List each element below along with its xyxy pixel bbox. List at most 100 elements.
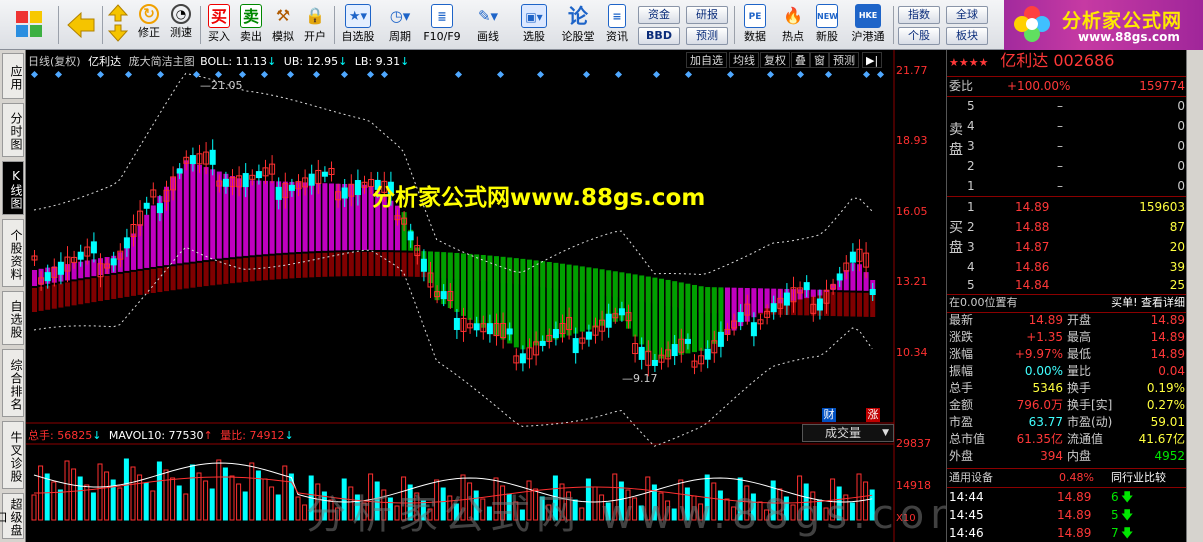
- candle-body: [816, 298, 823, 311]
- stock-button[interactable]: 个股: [898, 27, 940, 45]
- simulate-button[interactable]: ⚒ 模拟: [268, 3, 298, 47]
- trend-fill-bar: [32, 270, 37, 286]
- buy-button[interactable]: 买买入: [204, 3, 234, 47]
- candle-body: [704, 348, 711, 360]
- compare-button[interactable]: 同行业比较: [1111, 469, 1166, 487]
- sell-button[interactable]: 卖卖出: [236, 3, 266, 47]
- hk-connect-button[interactable]: HKE 沪港通: [846, 3, 890, 47]
- index-button[interactable]: 指数: [898, 6, 940, 24]
- view-detail-link[interactable]: 买单! 查看详细: [1111, 294, 1185, 312]
- watchlist-button[interactable]: ★▾ 自选股: [338, 3, 378, 47]
- price-tick-3: 16.05: [896, 205, 928, 218]
- tab-ranking[interactable]: 综合排名: [2, 349, 24, 417]
- ma-ribbon-bar: [276, 255, 282, 280]
- add-watchlist-button[interactable]: 加自选: [686, 52, 727, 68]
- fix-button[interactable]: ↻ 修正: [134, 3, 164, 47]
- down-arrow-icon: 🡇: [1121, 526, 1134, 540]
- ma-ribbon-bar: [837, 292, 843, 317]
- tab-profile[interactable]: 个股资料: [2, 219, 24, 287]
- stat-row: 涨幅 +9.97% 最低 14.89: [949, 347, 1185, 361]
- app-window: ↻ 修正 ◔ 测速 买买入 卖卖出 ⚒ 模拟 🔒 开户 ★▾ 自选股 ◷▾ 周期 ≣ F10/…: [0, 0, 1203, 542]
- mavol-value: MAVOL10: 77530: [108, 429, 204, 442]
- refresh-icon: ↻: [139, 4, 159, 24]
- tab-diagnosis[interactable]: 牛叉诊股: [2, 421, 24, 489]
- f10-button[interactable]: ≣ F10/F9: [420, 3, 464, 47]
- stat-row: 外盘 394 内盘 4952: [949, 449, 1185, 463]
- formula-label[interactable]: 庞大简洁主图: [129, 55, 195, 68]
- candle-body: [750, 322, 757, 337]
- price-tick-2: 18.93: [896, 134, 928, 147]
- candle-body: [849, 251, 856, 263]
- candle-body: [354, 180, 361, 196]
- trend-fill-bar: [210, 169, 216, 260]
- ma-ribbon-bar: [111, 274, 117, 299]
- buy-5-row[interactable]: 5 14.84 25: [947, 276, 1187, 294]
- tab-apps[interactable]: 应用: [2, 53, 24, 99]
- ma-ribbon-bar: [857, 292, 862, 317]
- stat-row: 振幅 0.00% 量比 0.04: [949, 364, 1185, 378]
- news-button[interactable]: ≡ 资讯: [602, 3, 632, 47]
- kline-chart-svg[interactable]: [26, 50, 946, 542]
- open-account-button[interactable]: 🔒 开户: [300, 3, 330, 47]
- period-label[interactable]: 日线(复权): [28, 55, 81, 68]
- tab-watchlist[interactable]: 自选股: [2, 291, 24, 345]
- side-tab-bar: 应用 分时图 K线图 个股资料 自选股 综合排名 牛叉诊股 超级盘口: [0, 50, 26, 542]
- finance-badge[interactable]: 财: [822, 408, 836, 422]
- buy-3-row[interactable]: 3 14.87 20: [947, 238, 1187, 256]
- ma-ribbon-bar: [335, 252, 341, 277]
- trend-fill-bar: [197, 164, 202, 261]
- buy-2-row[interactable]: 2 14.88 87: [947, 218, 1187, 236]
- watermark-text: 分析家公式网www.88gs.com: [372, 185, 706, 211]
- research-button[interactable]: 研报: [686, 6, 728, 24]
- forecast-button[interactable]: 预测: [686, 27, 728, 45]
- trend-fill-bar: [256, 180, 262, 255]
- tab-super-panel[interactable]: 超级盘口: [0, 493, 24, 539]
- stat-row: 总市值 61.35亿 流通值 41.67亿: [949, 432, 1185, 446]
- back-button[interactable]: [64, 3, 98, 47]
- draw-line-button[interactable]: ✎▾ 画线: [468, 3, 508, 47]
- quote-scrollbar[interactable]: [1186, 50, 1203, 542]
- ma-ribbon-bar: [150, 268, 156, 293]
- sell-1-row[interactable]: 1–0: [947, 177, 1187, 195]
- global-button[interactable]: 全球: [946, 6, 988, 24]
- window-button[interactable]: 窗: [810, 52, 829, 68]
- overlay-button[interactable]: 叠: [791, 52, 810, 68]
- tab-kline[interactable]: K线图: [2, 161, 24, 215]
- buy-4-row[interactable]: 4 14.86 39: [947, 258, 1187, 276]
- trend-fill-bar: [203, 167, 209, 261]
- stat-row: 总手 5346 换手 0.19%: [949, 381, 1185, 395]
- candle-body: [44, 272, 51, 282]
- ma-ribbon-bar: [84, 279, 90, 304]
- new-stock-button[interactable]: NEW 新股: [810, 3, 844, 47]
- stock-picker-button[interactable]: ▣▾ 选股: [514, 3, 554, 47]
- indicator-select[interactable]: 成交量 ▼: [802, 424, 894, 442]
- hotspot-button[interactable]: 🔥 热点: [776, 3, 810, 47]
- volume-header: 总手: 56825↓ MAVOL10: 77530↑ 量比: 74912↓: [28, 427, 294, 443]
- buy-1-row[interactable]: 1 14.89 159603: [947, 198, 1187, 216]
- period-button[interactable]: ◷▾ 周期: [382, 3, 418, 47]
- predict-button[interactable]: 预测: [829, 52, 859, 68]
- sell-2-row[interactable]: 2–0: [947, 157, 1187, 175]
- next-arrow-icon[interactable]: ▶|: [862, 52, 883, 68]
- menu-grid-button[interactable]: [4, 3, 54, 47]
- tab-intraday[interactable]: 分时图: [2, 103, 24, 157]
- sell-5-row[interactable]: 5–0: [947, 97, 1187, 115]
- bbd-button[interactable]: BBD: [638, 27, 680, 45]
- speed-test-button[interactable]: ◔ 测速: [166, 3, 196, 47]
- limit-up-badge[interactable]: 涨: [866, 408, 880, 422]
- tick-row: 14:45 14.89 5 🡇: [949, 508, 1134, 522]
- ma-button[interactable]: 均线: [729, 52, 759, 68]
- up-down-button[interactable]: [104, 3, 132, 47]
- adjust-button[interactable]: 复权: [760, 52, 790, 68]
- sell-3-row[interactable]: 3–0: [947, 137, 1187, 155]
- funds-button[interactable]: 资金: [638, 6, 680, 24]
- lb-value: LB: 9.31: [354, 55, 401, 68]
- data-button[interactable]: PE 数据: [738, 3, 772, 47]
- forum-button[interactable]: 论论股堂: [558, 3, 598, 47]
- stock-name-label: 亿利达: [88, 55, 122, 68]
- sell-4-row[interactable]: 4–0: [947, 117, 1187, 135]
- up-down-arrows-icon: [107, 4, 129, 42]
- ma-ribbon-bar: [104, 275, 110, 300]
- sector-button[interactable]: 板块: [946, 27, 988, 45]
- kline-chart-area[interactable]: 日线(复权) 亿利达 庞大简洁主图 BOLL: 11.13↓ UB: 12.95…: [26, 50, 969, 542]
